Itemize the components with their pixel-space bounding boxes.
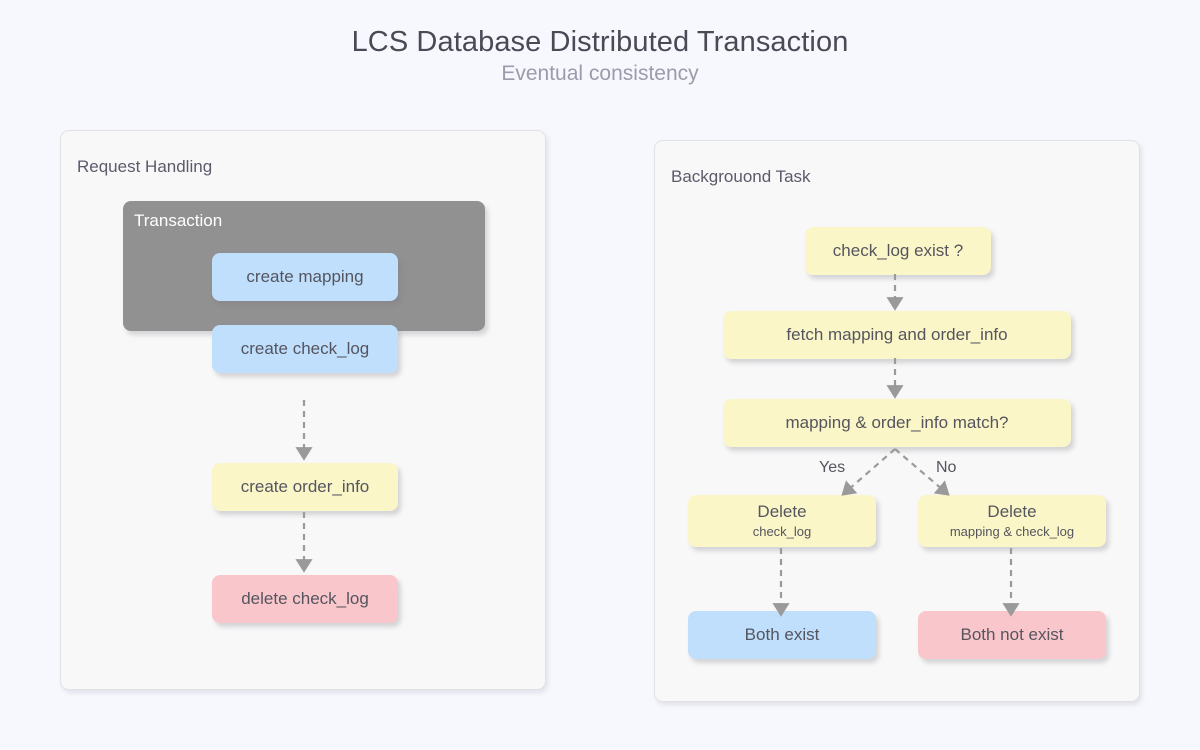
node-label: create mapping — [246, 267, 364, 287]
edge-label-no: No — [936, 459, 957, 476]
node-both-exist[interactable]: Both exist — [688, 611, 876, 659]
node-label-secondary: mapping & check_log — [949, 523, 1075, 539]
node-mapping-order-info-match[interactable]: mapping & order_info match? — [723, 399, 1071, 447]
node-check-log-exist[interactable]: check_log exist ? — [805, 227, 991, 275]
panel-title-request-handling: Request Handling — [77, 157, 213, 176]
node-fetch-mapping-order-info[interactable]: fetch mapping and order_info — [723, 311, 1071, 359]
node-label: fetch mapping and order_info — [786, 325, 1008, 345]
group-title-transaction: Transaction — [134, 211, 223, 230]
node-label: Both not exist — [960, 625, 1064, 645]
node-label: check_log exist ? — [832, 241, 964, 261]
panel-background-task: Backgrouond Task check_log exist ? fetch… — [654, 140, 1140, 702]
edge-label-yes: Yes — [819, 459, 846, 476]
node-label: create check_log — [240, 339, 370, 359]
node-label: delete check_log — [241, 589, 369, 609]
node-delete-check-log[interactable]: delete check_log — [212, 575, 398, 623]
node-label-primary: Delete — [987, 502, 1037, 522]
node-label-primary: Delete — [757, 502, 807, 522]
node-create-mapping[interactable]: create mapping — [212, 253, 398, 301]
node-label: mapping & order_info match? — [785, 413, 1009, 433]
node-delete-mapping-check-log-no[interactable]: Delete mapping & check_log — [918, 495, 1106, 547]
panel-title-background-task: Backgrouond Task — [671, 167, 811, 186]
diagram-canvas: LCS Database Distributed Transaction Eve… — [0, 0, 1200, 750]
node-delete-check-log-yes[interactable]: Delete check_log — [688, 495, 876, 547]
node-create-order-info[interactable]: create order_info — [212, 463, 398, 511]
node-label-secondary: check_log — [752, 523, 812, 539]
node-label: create order_info — [240, 477, 370, 497]
panel-request-handling: Request Handling Transaction create mapp… — [60, 130, 546, 690]
node-create-check-log[interactable]: create check_log — [212, 325, 398, 373]
node-both-not-exist[interactable]: Both not exist — [918, 611, 1106, 659]
page-subtitle: Eventual consistency — [501, 62, 699, 85]
node-label: Both exist — [744, 625, 820, 645]
page-title: LCS Database Distributed Transaction — [351, 26, 849, 58]
